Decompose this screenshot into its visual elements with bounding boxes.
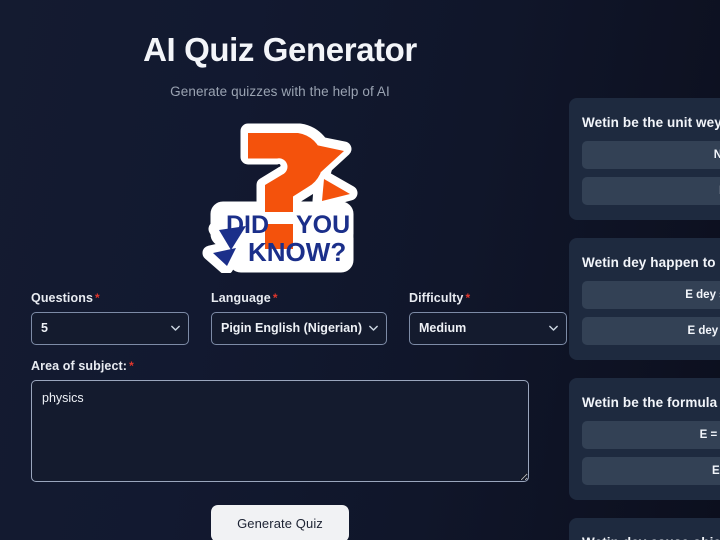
quiz-question-text: Wetin be the formula f <box>582 395 720 410</box>
logo-text-you: YOU <box>296 211 350 239</box>
quiz-card-list: Wetin be the unit wey Newton Meter Wetin… <box>560 98 720 540</box>
questions-label: Questions * <box>31 291 189 305</box>
subject-label: Area of subject: * <box>31 359 529 373</box>
field-subject: Area of subject: * <box>31 359 529 482</box>
quiz-question-text: Wetin dey cause objec <box>582 535 720 540</box>
language-select-wrap: Pigin English (Nigerian) <box>211 311 387 345</box>
subject-textarea[interactable] <box>31 379 529 482</box>
quiz-generator-form: Questions* 5 Language* Pigin English ( <box>31 273 567 540</box>
field-language: Language * Pigin English (Nigerian) <box>211 291 387 345</box>
app-page: AI Quiz Generator Generate quizzes with … <box>0 0 720 540</box>
field-difficulty: Difficulty * Medium <box>408 291 567 345</box>
quiz-option-button[interactable]: E = 1/2 mv^2 <box>582 421 720 449</box>
main-content-column: AI Quiz Generator Generate quizzes with … <box>0 0 567 540</box>
difficulty-label-text: Difficulty <box>408 290 464 305</box>
quiz-results-panel: Wetin be the unit wey Newton Meter Wetin… <box>560 0 720 540</box>
quiz-card: Wetin be the formula f E = 1/2 mv^2 E = … <box>569 378 720 500</box>
logo-text-did: DID <box>226 211 269 239</box>
quiz-card: Wetin be the unit wey Newton Meter <box>569 98 720 220</box>
logo-container: DID YOU KNOW? <box>0 113 560 273</box>
quiz-option-button[interactable]: Meter <box>582 177 720 205</box>
quiz-question-text: Wetin dey happen to li <box>582 255 720 270</box>
quiz-card: Wetin dey happen to li E dey split into … <box>569 238 720 360</box>
questions-select-wrap: 5 <box>31 311 189 345</box>
generate-quiz-button[interactable]: Generate Quiz <box>211 504 349 540</box>
subject-label-text: Area of subject: <box>31 358 128 373</box>
submit-row: Generate Quiz <box>31 504 529 540</box>
required-asterisk: * <box>465 290 471 305</box>
language-label-text: Language <box>211 290 271 305</box>
form-row-selects: Questions* 5 Language* Pigin English ( <box>31 291 567 345</box>
did-you-know-logo: DID YOU KNOW? <box>196 113 364 273</box>
difficulty-select-wrap: Medium <box>408 311 567 345</box>
page-subtitle: Generate quizzes with the help of AI <box>170 83 390 99</box>
difficulty-select[interactable]: Medium <box>408 311 567 345</box>
logo-text-know: KNOW? <box>248 237 346 267</box>
difficulty-label: Difficulty * <box>409 291 567 305</box>
language-select[interactable]: Pigin English (Nigerian) <box>211 311 387 345</box>
quiz-option-button[interactable]: E = mgh <box>582 457 720 485</box>
required-asterisk: * <box>95 290 100 305</box>
quiz-card: Wetin dey cause objec <box>569 518 720 540</box>
quiz-question-text: Wetin be the unit wey <box>582 115 720 130</box>
quiz-option-button[interactable]: Newton <box>582 141 720 169</box>
quiz-option-button[interactable]: E dey split into co <box>582 281 720 309</box>
questions-label-text: Questions <box>31 290 94 305</box>
questions-select[interactable]: 5 <box>31 311 189 345</box>
page-title: AI Quiz Generator <box>143 31 417 68</box>
field-questions: Questions * 5 <box>31 291 189 345</box>
language-label: Language * <box>211 291 387 305</box>
quiz-option-button[interactable]: E dey become he <box>582 317 720 345</box>
required-asterisk: * <box>129 358 134 373</box>
required-asterisk: * <box>272 290 278 305</box>
